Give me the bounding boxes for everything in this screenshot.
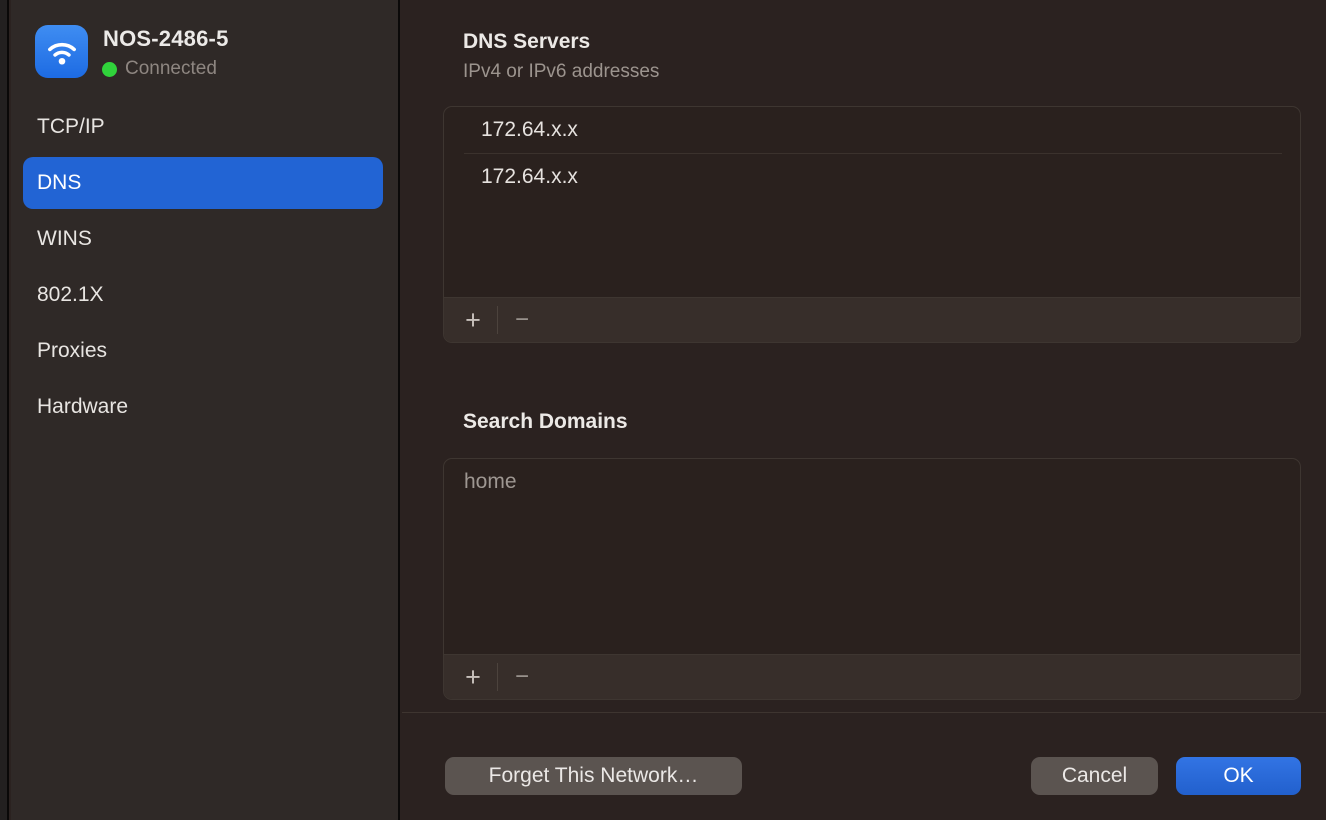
- dns-settings-pane: DNS Servers IPv4 or IPv6 addresses 172.6…: [402, 0, 1326, 820]
- sidebar-item-proxies[interactable]: Proxies: [23, 325, 383, 377]
- network-details-window: NOS-2486-5 Connected TCP/IP DNS WINS 802…: [0, 0, 1326, 820]
- search-domains-title: Search Domains: [463, 410, 628, 434]
- search-domains-toolbar: + −: [444, 654, 1300, 699]
- dns-servers-list: 172.64.x.x 172.64.x.x + −: [443, 106, 1301, 343]
- cancel-button[interactable]: Cancel: [1031, 757, 1158, 795]
- search-domains-list: home + −: [443, 458, 1301, 700]
- dns-server-row[interactable]: 172.64.x.x: [444, 107, 1300, 153]
- search-domain-row[interactable]: home: [444, 459, 1300, 504]
- ok-button[interactable]: OK: [1176, 757, 1301, 795]
- connected-status-label: Connected: [125, 58, 217, 80]
- wifi-icon: [35, 25, 88, 78]
- toolbar-divider: [497, 306, 498, 334]
- dns-servers-subtitle: IPv4 or IPv6 addresses: [463, 61, 659, 83]
- dns-server-row[interactable]: 172.64.x.x: [444, 154, 1300, 200]
- forget-network-button[interactable]: Forget This Network…: [445, 757, 742, 795]
- network-status: Connected: [102, 58, 217, 80]
- remove-search-domain-button[interactable]: −: [503, 657, 541, 697]
- connected-status-dot: [102, 62, 117, 77]
- sidebar: NOS-2486-5 Connected TCP/IP DNS WINS 802…: [11, 0, 400, 820]
- add-dns-server-button[interactable]: +: [454, 300, 492, 340]
- dns-servers-title: DNS Servers: [463, 30, 590, 54]
- dns-servers-toolbar: + −: [444, 297, 1300, 342]
- sidebar-nav: TCP/IP DNS WINS 802.1X Proxies Hardware: [23, 101, 383, 437]
- add-search-domain-button[interactable]: +: [454, 657, 492, 697]
- sidebar-item-dns[interactable]: DNS: [23, 157, 383, 209]
- sidebar-item-tcpip[interactable]: TCP/IP: [23, 101, 383, 153]
- toolbar-divider: [497, 663, 498, 691]
- sidebar-item-hardware[interactable]: Hardware: [23, 381, 383, 433]
- sidebar-item-8021x[interactable]: 802.1X: [23, 269, 383, 321]
- window-edge: [0, 0, 9, 820]
- remove-dns-server-button[interactable]: −: [503, 300, 541, 340]
- sidebar-item-wins[interactable]: WINS: [23, 213, 383, 265]
- network-name: NOS-2486-5: [103, 26, 229, 52]
- footer-divider: [402, 712, 1326, 713]
